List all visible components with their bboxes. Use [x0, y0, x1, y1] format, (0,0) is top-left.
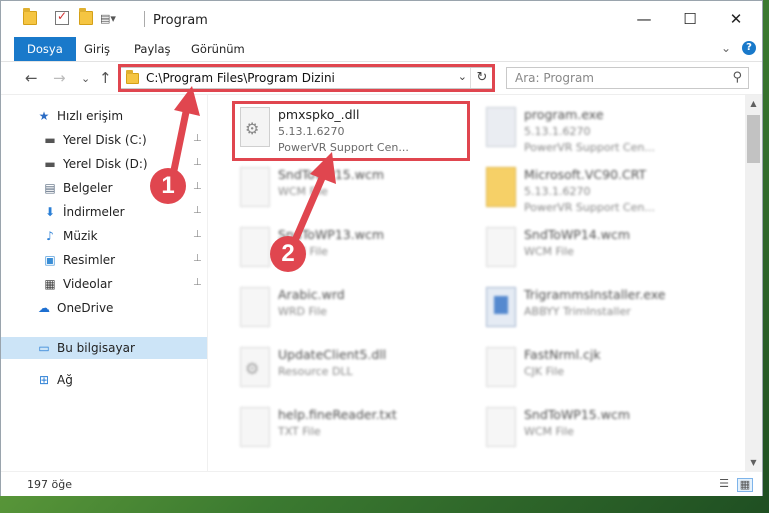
arrow-1-head — [174, 86, 200, 116]
step-1-badge: 1 — [150, 168, 186, 204]
step-2-badge: 2 — [270, 236, 306, 272]
annotation-arrows — [168, 86, 336, 256]
